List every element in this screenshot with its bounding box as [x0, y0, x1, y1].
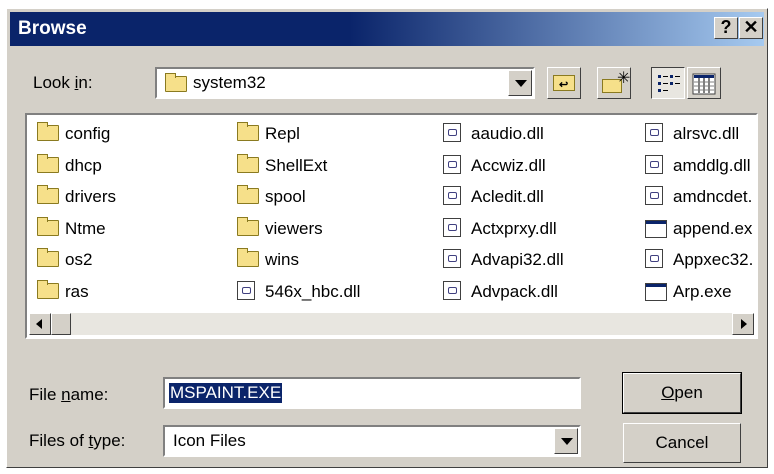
arrow-right-icon — [741, 319, 747, 329]
list-view-icon — [658, 75, 680, 92]
look-in-value: system32 — [193, 73, 266, 92]
file-list-item-name: 546x_hbc.dll — [265, 281, 361, 301]
browse-dialog: Browse ? ✕ Look in: system32 ↩ ✳ config … — [6, 8, 768, 468]
file-list-item-name: Ntme — [65, 218, 106, 238]
file-list[interactable]: config dhcp drivers Ntme os2 ras Repl ShellExt s… — [25, 113, 758, 339]
file-list-item-name: aaudio.dll — [471, 124, 544, 143]
chevron-down-icon — [515, 80, 527, 87]
dll-file-icon — [443, 280, 461, 300]
file-list-item-name: amddlg.dll — [673, 155, 751, 175]
help-icon: ? — [720, 17, 732, 37]
up-one-level-button[interactable]: ↩ — [547, 67, 581, 99]
file-list-item-name: config — [65, 124, 111, 143]
file-list-item-name: ras — [65, 281, 89, 301]
chevron-down-icon — [561, 438, 573, 445]
folder-icon — [237, 248, 259, 267]
file-list-item-name: viewers — [265, 218, 323, 238]
scroll-thumb[interactable] — [51, 313, 71, 335]
scroll-right-button[interactable] — [732, 313, 754, 335]
dll-file-icon — [443, 154, 461, 174]
folder-icon — [37, 248, 59, 267]
files-of-type-combo[interactable]: Icon Files — [163, 425, 581, 457]
open-button[interactable]: Open — [622, 372, 742, 414]
dialog-title: Browse — [18, 18, 87, 39]
file-list-item-name: drivers — [65, 187, 117, 206]
dll-file-icon — [645, 154, 663, 174]
file-list-item-name: Acledit.dll — [471, 187, 544, 206]
files-of-type-label: Files of type: — [29, 431, 126, 450]
file-list-item-name: Advpack.dll — [471, 281, 558, 301]
up-arrow-icon: ↩ — [559, 79, 569, 91]
folder-icon — [37, 216, 59, 236]
look-in-label: Look in: — [33, 73, 93, 92]
help-button[interactable]: ? — [714, 17, 738, 39]
file-list-item-name: Repl — [265, 124, 300, 143]
dll-file-icon — [443, 186, 461, 205]
horizontal-scrollbar[interactable] — [29, 313, 754, 335]
folder-icon — [37, 153, 59, 173]
file-list-item-name: Accwiz.dll — [471, 155, 546, 175]
file-list-item-name: alrsvc.dll — [673, 124, 740, 143]
look-in-dropdown-button[interactable] — [508, 70, 532, 96]
dll-file-icon — [237, 280, 255, 300]
folder-icon — [37, 279, 59, 299]
folder-icon — [37, 122, 59, 141]
file-name-input[interactable]: MSPAINT.EXE — [163, 377, 581, 409]
dll-file-icon — [645, 249, 663, 268]
file-name-value: MSPAINT.EXE — [169, 383, 283, 403]
details-view-icon — [692, 73, 716, 95]
dll-file-icon — [443, 249, 461, 268]
folder-icon — [237, 153, 259, 173]
scroll-left-button[interactable] — [29, 313, 51, 335]
file-list-item-name: os2 — [65, 250, 93, 269]
details-view-button[interactable] — [687, 67, 721, 99]
dll-file-icon — [443, 217, 461, 237]
files-of-type-dropdown-button[interactable] — [554, 428, 578, 454]
close-button[interactable]: ✕ — [739, 17, 763, 39]
file-list-item-name: ShellExt — [265, 155, 328, 175]
sparkle-icon: ✳ — [617, 70, 631, 87]
file-list-item-name: Arp.exe — [673, 281, 732, 301]
file-list-item-name: Actxprxy.dll — [471, 218, 557, 238]
cancel-button[interactable]: Cancel — [623, 423, 741, 463]
create-new-folder-button[interactable]: ✳ — [597, 67, 631, 99]
file-list-item-name: Advapi32.dll — [471, 250, 564, 269]
list-view-button[interactable] — [651, 67, 685, 99]
file-list-item-name: dhcp — [65, 155, 102, 175]
folder-icon — [237, 216, 259, 236]
dll-file-icon — [645, 186, 663, 205]
file-list-item-name: amdncdet. — [673, 187, 753, 206]
folder-icon — [237, 185, 259, 204]
file-list-item-name: append.ex — [673, 218, 753, 238]
application-icon — [645, 282, 667, 301]
file-list-item-name: spool — [265, 187, 306, 206]
application-icon — [645, 219, 667, 238]
folder-icon — [237, 122, 259, 141]
file-list-item-name: wins — [265, 250, 300, 269]
folder-icon — [165, 73, 187, 92]
files-of-type-value: Icon Files — [173, 431, 246, 450]
file-list-item-name: Appxec32. — [673, 250, 754, 269]
dll-file-icon — [443, 123, 461, 142]
arrow-left-icon — [36, 319, 42, 329]
look-in-combo[interactable]: system32 — [155, 67, 535, 99]
file-name-label: File name: — [29, 385, 109, 404]
title-bar[interactable]: Browse ? ✕ — [10, 12, 764, 46]
folder-icon — [37, 185, 59, 204]
close-icon: ✕ — [743, 17, 759, 37]
dll-file-icon — [645, 123, 663, 142]
